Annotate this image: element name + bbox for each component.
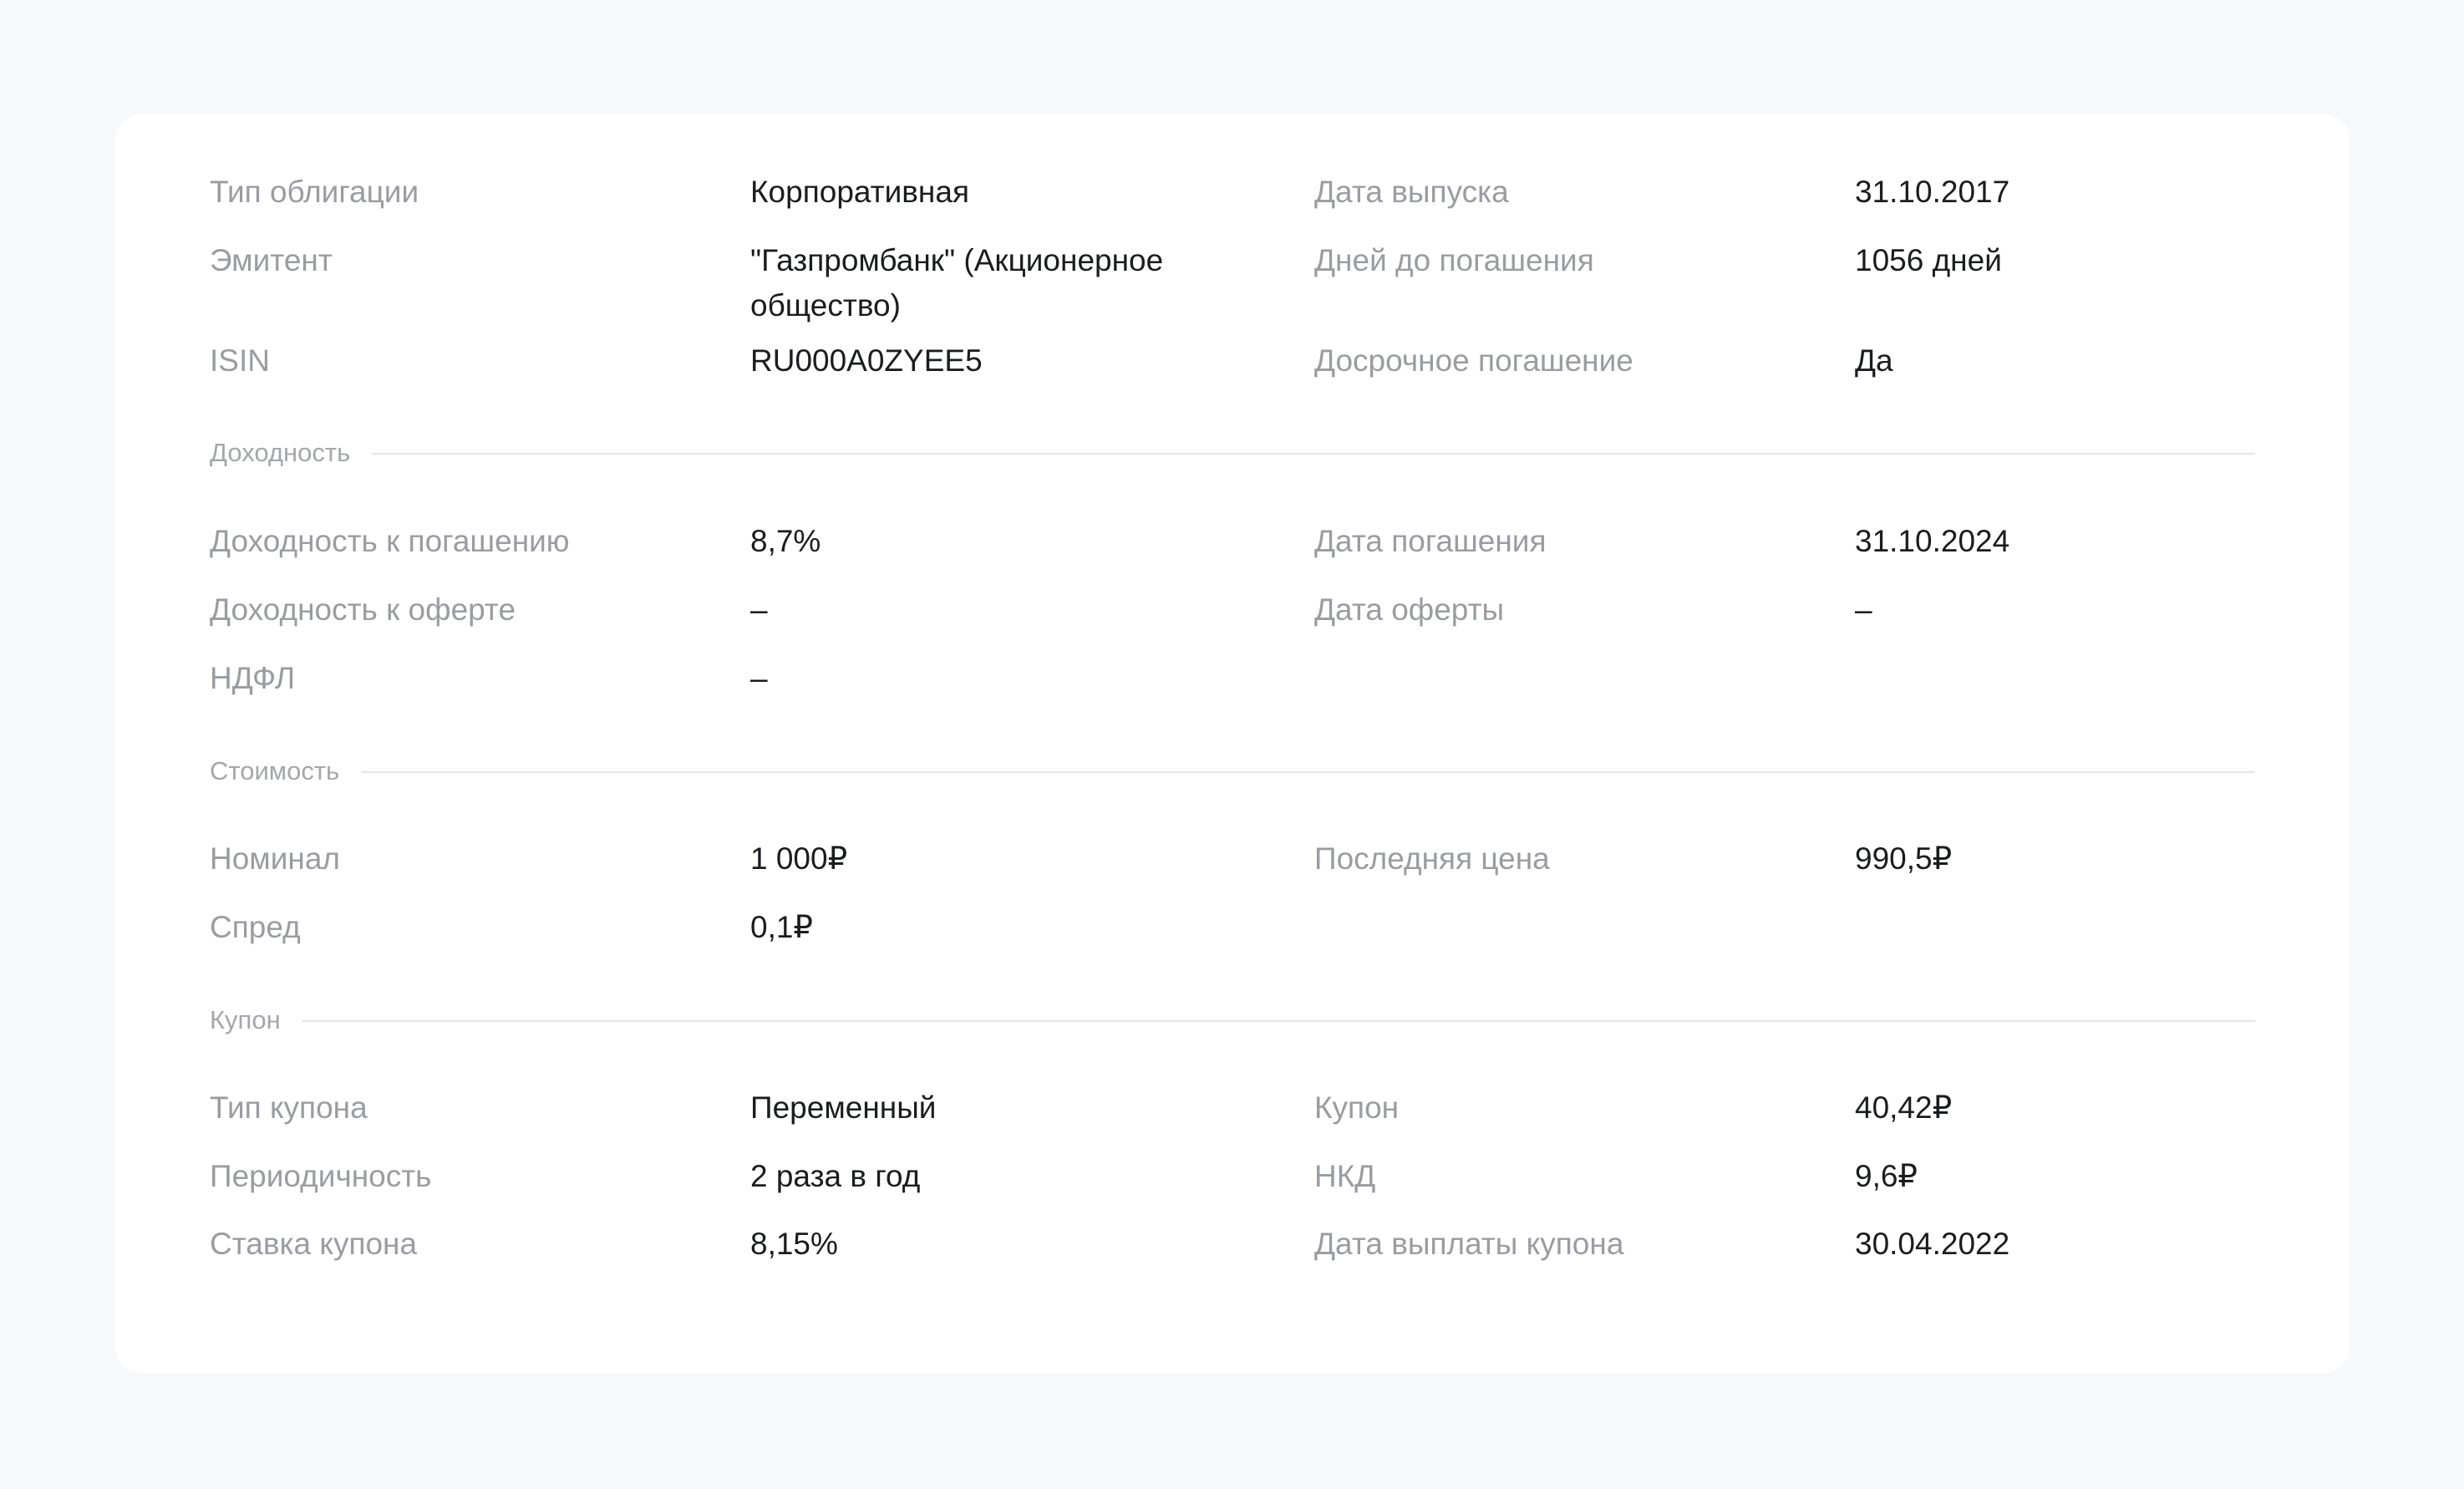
- value-early-redemption: Да: [1855, 343, 1893, 378]
- row-coupon-rate: Ставка купона 8,15% Дата выплаты купона …: [210, 1222, 2255, 1267]
- row-spread: Спред 0,1₽: [210, 905, 2255, 950]
- row-periodicity: Периодичность 2 раза в год НКД 9,6₽: [210, 1154, 2255, 1199]
- value-offer-date: –: [1855, 592, 1872, 627]
- label-spread: Спред: [210, 910, 301, 944]
- section-yield: Доходность: [210, 436, 2255, 470]
- value-issue-date: 31.10.2017: [1855, 175, 2010, 209]
- row-bond-type: Тип облигации Корпоративная Дата выпуска…: [210, 170, 2255, 215]
- row-ytm: Доходность к погашению 8,7% Дата погашен…: [210, 519, 2255, 564]
- label-bond-type: Тип облигации: [210, 175, 419, 209]
- section-divider: [210, 453, 2255, 455]
- label-yield-offer: Доходность к оферте: [210, 592, 516, 627]
- value-days-to-maturity: 1056 дней: [1855, 243, 2002, 277]
- label-periodicity: Периодичность: [210, 1159, 432, 1193]
- value-coupon-type: Переменный: [750, 1090, 937, 1125]
- label-nkd: НКД: [1314, 1159, 1376, 1193]
- label-issuer: Эмитент: [210, 243, 333, 277]
- label-offer-date: Дата оферты: [1314, 592, 1505, 627]
- value-issuer: "Газпромбанк" (Акционерное общество): [750, 243, 1164, 323]
- value-bond-type: Корпоративная: [750, 175, 969, 209]
- value-isin: RU000A0ZYEE5: [750, 343, 983, 378]
- value-ytm: 8,7%: [750, 524, 821, 558]
- value-yield-offer: –: [750, 592, 768, 627]
- label-ytm: Доходность к погашению: [210, 524, 570, 558]
- value-last-price: 990,5₽: [1855, 841, 1953, 876]
- label-coupon-type: Тип купона: [210, 1090, 368, 1125]
- value-coupon: 40,42₽: [1855, 1090, 1953, 1125]
- value-nkd: 9,6₽: [1855, 1159, 1918, 1193]
- row-isin: ISIN RU000A0ZYEE5 Досрочное погашение Да: [210, 338, 2255, 384]
- section-cost: Стоимость: [210, 755, 2255, 788]
- value-coupon-payment-date: 30.04.2022: [1855, 1227, 2010, 1261]
- section-divider: [210, 1020, 2255, 1022]
- row-yield-offer: Доходность к оферте – Дата оферты –: [210, 587, 2255, 633]
- value-periodicity: 2 раза в год: [750, 1159, 921, 1193]
- value-coupon-rate: 8,15%: [750, 1227, 838, 1261]
- label-last-price: Последняя цена: [1314, 841, 1550, 876]
- label-nominal: Номинал: [210, 841, 341, 876]
- label-coupon: Купон: [1314, 1090, 1400, 1125]
- label-days-to-maturity: Дней до погашения: [1314, 243, 1594, 277]
- bond-details-card: Тип облигации Корпоративная Дата выпуска…: [115, 114, 2350, 1373]
- row-ndfl: НДФЛ –: [210, 656, 2255, 701]
- section-divider: [210, 771, 2255, 773]
- row-nominal: Номинал 1 000₽ Последняя цена 990,5₽: [210, 836, 2255, 882]
- value-maturity-date: 31.10.2024: [1855, 524, 2010, 558]
- label-ndfl: НДФЛ: [210, 661, 296, 695]
- label-coupon-payment-date: Дата выплаты купона: [1314, 1227, 1624, 1261]
- label-isin: ISIN: [210, 343, 270, 378]
- section-title-yield: Доходность: [210, 436, 373, 470]
- label-issue-date: Дата выпуска: [1314, 175, 1509, 209]
- section-coupon: Купон: [210, 1004, 2255, 1037]
- row-issuer: Эмитент "Газпромбанк" (Акционерное общес…: [210, 238, 2255, 330]
- label-early-redemption: Досрочное погашение: [1314, 343, 1633, 378]
- label-maturity-date: Дата погашения: [1314, 524, 1547, 558]
- row-coupon-type: Тип купона Переменный Купон 40,42₽: [210, 1085, 2255, 1131]
- value-nominal: 1 000₽: [750, 841, 848, 876]
- section-title-cost: Стоимость: [210, 755, 362, 788]
- value-ndfl: –: [750, 661, 768, 695]
- section-title-coupon: Купон: [210, 1004, 302, 1037]
- label-coupon-rate: Ставка купона: [210, 1227, 418, 1261]
- value-spread: 0,1₽: [750, 910, 813, 944]
